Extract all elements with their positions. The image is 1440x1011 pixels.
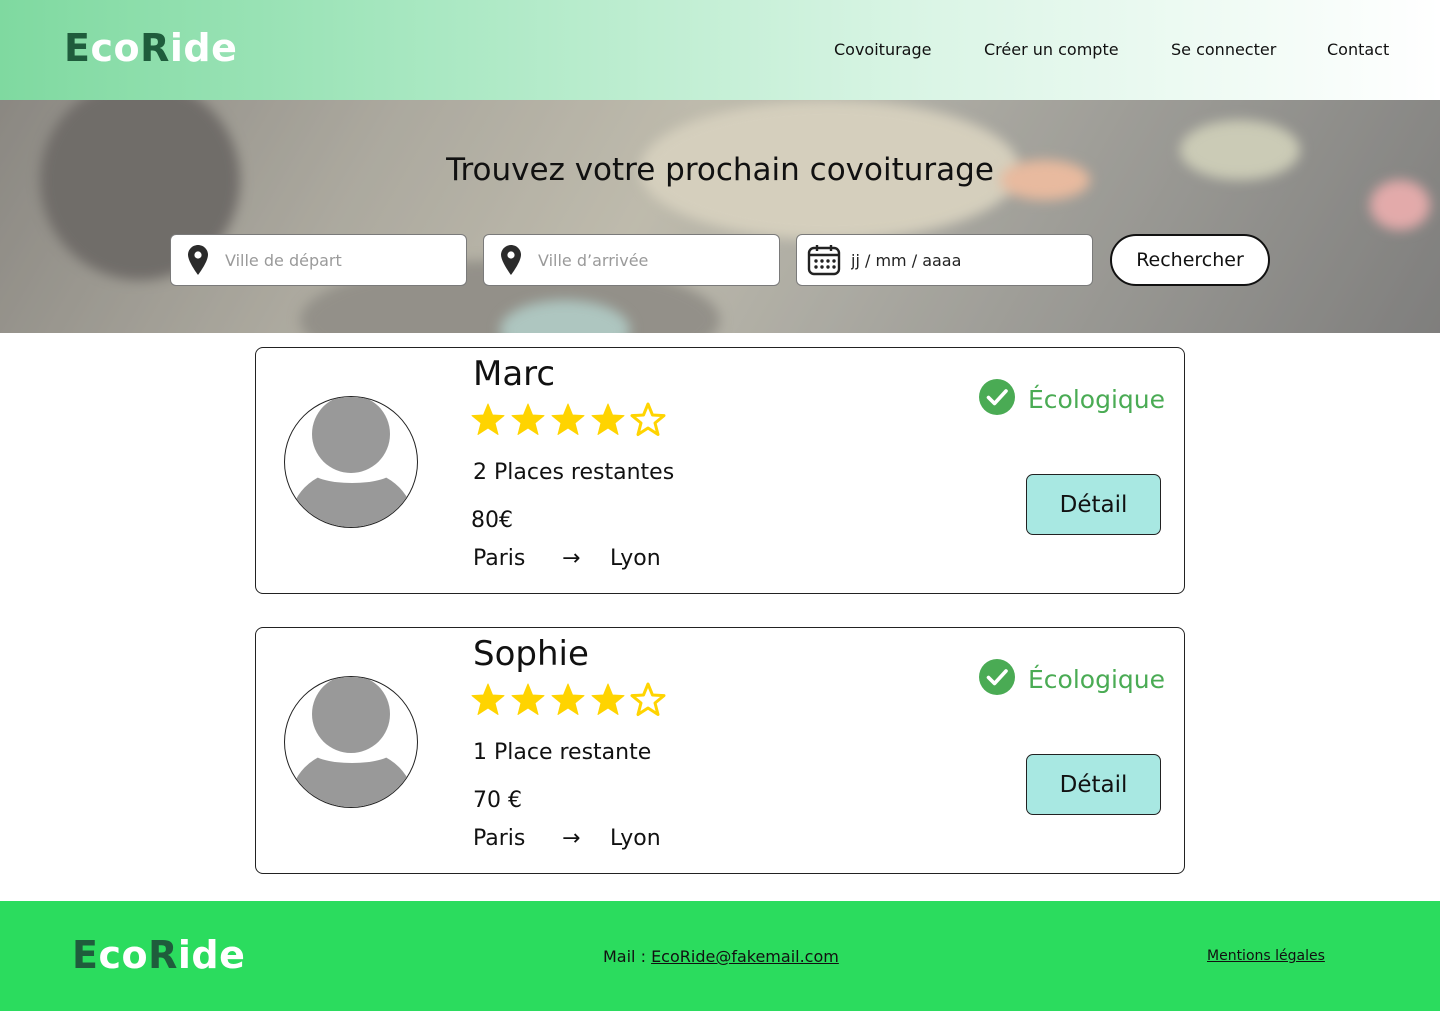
route-to: Lyon <box>610 546 661 571</box>
seats-remaining: 2 Places restantes <box>473 460 675 485</box>
star-filled-icon <box>591 403 625 435</box>
date-input[interactable] <box>851 250 1081 270</box>
route-from: Paris <box>473 826 526 851</box>
route-from: Paris <box>473 546 526 571</box>
nav-link-contact[interactable]: Contact <box>1327 40 1389 59</box>
mail-label: Mail : <box>603 947 652 966</box>
driver-name: Sophie <box>473 634 589 674</box>
map-pin-icon <box>171 234 225 286</box>
star-filled-icon <box>511 683 545 715</box>
site-footer: EcoRide Mail : EcoRide@fakemail.com Ment… <box>0 901 1440 1011</box>
driver-name: Marc <box>473 354 556 394</box>
departure-input[interactable] <box>225 250 455 270</box>
avatar <box>284 396 418 528</box>
star-empty-icon <box>630 402 666 436</box>
star-filled-icon <box>551 403 585 435</box>
search-button[interactable]: Rechercher <box>1110 234 1270 286</box>
route-to: Lyon <box>610 826 661 851</box>
star-filled-icon <box>471 403 505 435</box>
seats-remaining: 1 Place restante <box>473 740 652 765</box>
nav-link-covoiturage[interactable]: Covoiturage <box>834 40 931 59</box>
ecoride-logo[interactable]: EcoRide <box>64 26 237 70</box>
hero-title: Trouvez votre prochain covoiturage <box>446 152 994 188</box>
hero-overlay <box>0 100 1440 333</box>
driver-rating <box>470 402 666 438</box>
ecoride-logo[interactable]: EcoRide <box>72 933 245 977</box>
check-circle-icon <box>978 658 1016 700</box>
ride-card: Marc 2 Places restantes 80€ Paris → Lyon… <box>255 347 1185 594</box>
driver-rating <box>470 682 666 718</box>
footer-contact-mail: Mail : EcoRide@fakemail.com <box>603 947 839 966</box>
arrow-right-icon: → <box>562 826 581 851</box>
date-field[interactable] <box>796 234 1093 286</box>
avatar <box>284 676 418 808</box>
star-empty-icon <box>630 682 666 716</box>
calendar-icon <box>797 234 851 286</box>
ride-card: Sophie 1 Place restante 70 € Paris → Lyo… <box>255 627 1185 874</box>
nav-link-create-account[interactable]: Créer un compte <box>984 40 1119 59</box>
arrival-field[interactable] <box>483 234 780 286</box>
eco-badge: Écologique <box>978 658 1165 700</box>
ride-price: 70 € <box>473 788 522 813</box>
departure-field[interactable] <box>170 234 467 286</box>
ride-price: 80€ <box>471 508 513 533</box>
arrival-input[interactable] <box>538 250 768 270</box>
eco-label: Écologique <box>1028 664 1165 694</box>
hero-search-banner: Trouvez votre prochain covoiturage Reche… <box>0 100 1440 333</box>
legal-notice-link[interactable]: Mentions légales <box>1207 948 1325 964</box>
nav-link-login[interactable]: Se connecter <box>1171 40 1276 59</box>
site-header: EcoRide Covoiturage Créer un compte Se c… <box>0 0 1440 100</box>
star-filled-icon <box>511 403 545 435</box>
arrow-right-icon: → <box>562 546 581 571</box>
star-filled-icon <box>551 683 585 715</box>
star-filled-icon <box>471 683 505 715</box>
check-circle-icon <box>978 378 1016 420</box>
eco-badge: Écologique <box>978 378 1165 420</box>
eco-label: Écologique <box>1028 384 1165 414</box>
detail-button[interactable]: Détail <box>1026 754 1161 815</box>
star-filled-icon <box>591 683 625 715</box>
detail-button[interactable]: Détail <box>1026 474 1161 535</box>
map-pin-icon <box>484 234 538 286</box>
mail-link[interactable]: EcoRide@fakemail.com <box>651 947 839 966</box>
